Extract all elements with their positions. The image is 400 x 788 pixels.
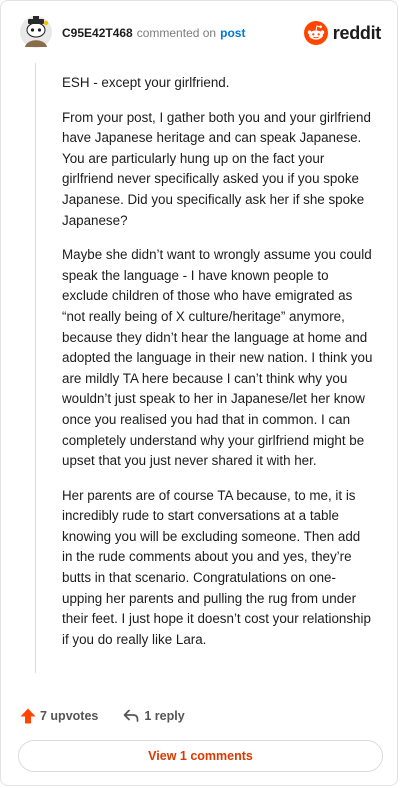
reply-arrow-icon [124, 709, 139, 722]
comment-body: ESH - except your girlfriend. From your … [62, 73, 374, 664]
comment-paragraph: From your post, I gather both you and yo… [62, 109, 371, 228]
comment-card: C95E42T468 commented on post reddit ESH - … [0, 0, 398, 786]
upvote-arrow-icon [20, 708, 36, 724]
post-link[interactable]: post [220, 26, 245, 40]
reddit-logo[interactable]: reddit [303, 21, 382, 45]
upvote-count: 7 upvotes [40, 709, 99, 723]
comment-paragraph: ESH - except your girlfriend. [62, 75, 230, 90]
view-comments-button[interactable]: View 1 comments [18, 740, 383, 772]
comment-meta: C95E42T468 commented on post [62, 26, 245, 40]
avatar[interactable] [19, 15, 53, 49]
action-text: commented on [136, 26, 217, 40]
username[interactable]: C95E42T468 [62, 26, 133, 40]
brand-name: reddit [332, 22, 382, 43]
reddit-logo-icon [303, 21, 328, 45]
comment-header: C95E42T468 commented on post reddit [19, 15, 381, 53]
reply-button[interactable]: 1 reply [122, 707, 185, 725]
comment-paragraph: Her parents are of course TA because, to… [62, 487, 371, 647]
thread-line[interactable] [35, 63, 36, 673]
upvote-button[interactable]: 7 upvotes [19, 707, 98, 725]
comment-actions: 7 upvotes 1 reply [19, 705, 185, 727]
reply-count: 1 reply [144, 709, 185, 723]
comment-paragraph: Maybe she didn’t want to wrongly assume … [62, 247, 373, 469]
